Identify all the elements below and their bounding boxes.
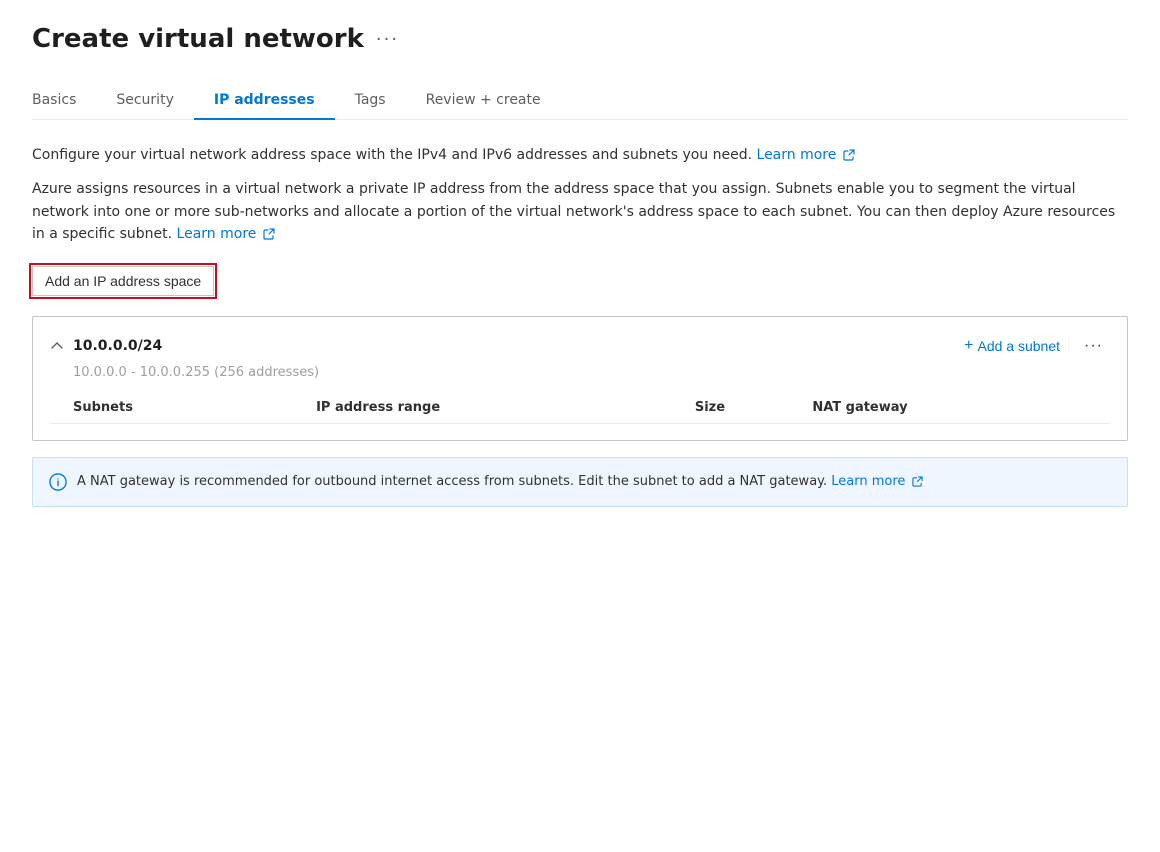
tab-tags[interactable]: Tags	[335, 82, 406, 120]
tab-security[interactable]: Security	[96, 82, 194, 120]
external-link-icon-1	[843, 149, 855, 161]
plus-icon: +	[964, 337, 973, 355]
description-1-text: Configure your virtual network address s…	[32, 147, 752, 163]
tab-nav: Basics Security IP addresses Tags Review…	[32, 82, 1128, 120]
info-banner: A NAT gateway is recommended for outboun…	[32, 457, 1128, 508]
subnets-table-wrapper: Subnets IP address range Size NAT gatewa…	[33, 392, 1127, 440]
external-link-icon-3	[912, 476, 923, 487]
ip-space-title-group: 10.0.0.0/24	[49, 338, 162, 354]
col-ip-range: IP address range	[316, 392, 695, 424]
col-nat-gateway: NAT gateway	[812, 392, 1111, 424]
learn-more-link-1[interactable]: Learn more	[757, 147, 855, 163]
ip-cidr-label: 10.0.0.0/24	[73, 338, 162, 354]
ip-space-header: 10.0.0.0/24 + Add a subnet ···	[33, 317, 1127, 359]
chevron-up-icon[interactable]	[49, 338, 65, 354]
add-subnet-button[interactable]: + Add a subnet	[956, 333, 1068, 359]
ip-space-card: 10.0.0.0/24 + Add a subnet ··· 10.0.0.0 …	[32, 316, 1128, 441]
ip-space-actions: + Add a subnet ···	[956, 333, 1111, 359]
learn-more-link-2[interactable]: Learn more	[177, 226, 275, 242]
more-options-icon[interactable]: ···	[376, 29, 399, 50]
col-size: Size	[695, 392, 812, 424]
info-banner-text: A NAT gateway is recommended for outboun…	[77, 472, 923, 493]
tab-review-create[interactable]: Review + create	[406, 82, 561, 120]
subnets-table: Subnets IP address range Size NAT gatewa…	[49, 392, 1111, 424]
tab-basics[interactable]: Basics	[32, 82, 96, 120]
info-learn-more-link[interactable]: Learn more	[831, 474, 922, 489]
description-1: Configure your virtual network address s…	[32, 144, 1128, 166]
page-title: Create virtual network	[32, 24, 364, 54]
external-link-icon-2	[263, 228, 275, 240]
info-icon	[49, 473, 67, 491]
page-header: Create virtual network ···	[32, 24, 1128, 54]
tab-ip-addresses[interactable]: IP addresses	[194, 82, 335, 120]
ip-space-more-button[interactable]: ···	[1076, 333, 1111, 359]
col-subnets: Subnets	[49, 392, 316, 424]
add-ip-address-space-button[interactable]: Add an IP address space	[32, 266, 214, 296]
ip-range-info: 10.0.0.0 - 10.0.0.255 (256 addresses)	[33, 359, 1127, 392]
description-2: Azure assigns resources in a virtual net…	[32, 178, 1128, 245]
